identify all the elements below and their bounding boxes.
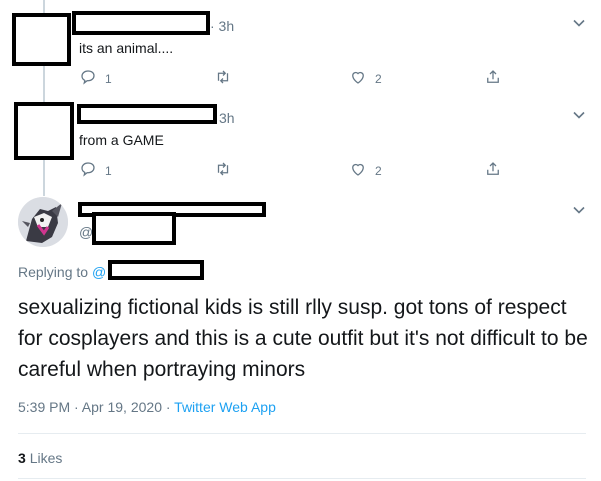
chevron-down-icon — [572, 109, 586, 126]
thread-connector — [43, 66, 45, 102]
handle-redaction — [92, 212, 176, 245]
likes-count: 3 — [18, 450, 26, 466]
thread-connector — [43, 0, 45, 13]
reply-count: 1 — [105, 163, 112, 178]
retweet-icon — [214, 68, 232, 89]
retweet-icon — [214, 160, 232, 181]
divider — [18, 478, 586, 479]
thread-connector — [43, 160, 45, 196]
reply-icon — [79, 68, 97, 89]
avatar-redaction — [14, 102, 74, 160]
source-app-link[interactable]: Twitter Web App — [174, 399, 276, 415]
avatar-image — [18, 197, 68, 247]
like-button[interactable]: 2 — [349, 68, 382, 89]
replying-to: Replying to @ — [18, 264, 106, 280]
reply-button[interactable]: 1 — [79, 160, 112, 181]
reply-button[interactable]: 1 — [79, 68, 112, 89]
chevron-down-icon — [572, 17, 586, 34]
like-button[interactable]: 2 — [349, 160, 382, 181]
tweet-text: sexualizing fictional kids is still rlly… — [18, 296, 588, 381]
replying-label: Replying to — [18, 264, 89, 280]
tweet-meta: 5:39 PM · Apr 19, 2020 · Twitter Web App — [18, 399, 276, 415]
reply-icon — [79, 160, 97, 181]
like-count: 2 — [375, 163, 382, 178]
likes-label: Likes — [29, 450, 63, 466]
display-name-redaction — [77, 104, 217, 124]
divider — [18, 433, 586, 434]
tweet-time[interactable]: · 3h — [210, 18, 234, 34]
display-name-redaction — [72, 11, 210, 35]
replying-handle-link[interactable]: @ — [92, 264, 106, 280]
tweet-time[interactable]: 3h — [219, 110, 235, 126]
share-icon — [484, 160, 502, 181]
chevron-down-icon — [572, 204, 586, 221]
avatar[interactable] — [18, 197, 68, 247]
heart-icon — [349, 160, 367, 181]
more-options-button[interactable] — [572, 16, 586, 35]
retweet-button[interactable] — [214, 68, 232, 89]
tweet-text: from a GAME — [79, 132, 164, 148]
likes-summary-link[interactable]: 3 Likes — [18, 450, 62, 466]
share-button[interactable] — [484, 68, 502, 89]
more-options-button[interactable] — [572, 203, 586, 222]
avatar-redaction — [12, 13, 71, 66]
reply-count: 1 — [105, 71, 112, 86]
more-options-button[interactable] — [572, 108, 586, 127]
retweet-button[interactable] — [214, 160, 232, 181]
like-count: 2 — [375, 71, 382, 86]
share-button[interactable] — [484, 160, 502, 181]
share-icon — [484, 68, 502, 89]
tweet-text: its an animal.... — [79, 40, 174, 56]
tweet-timestamp[interactable]: 5:39 PM · Apr 19, 2020 · — [18, 399, 171, 415]
heart-icon — [349, 68, 367, 89]
replying-handle-redaction — [108, 260, 204, 280]
